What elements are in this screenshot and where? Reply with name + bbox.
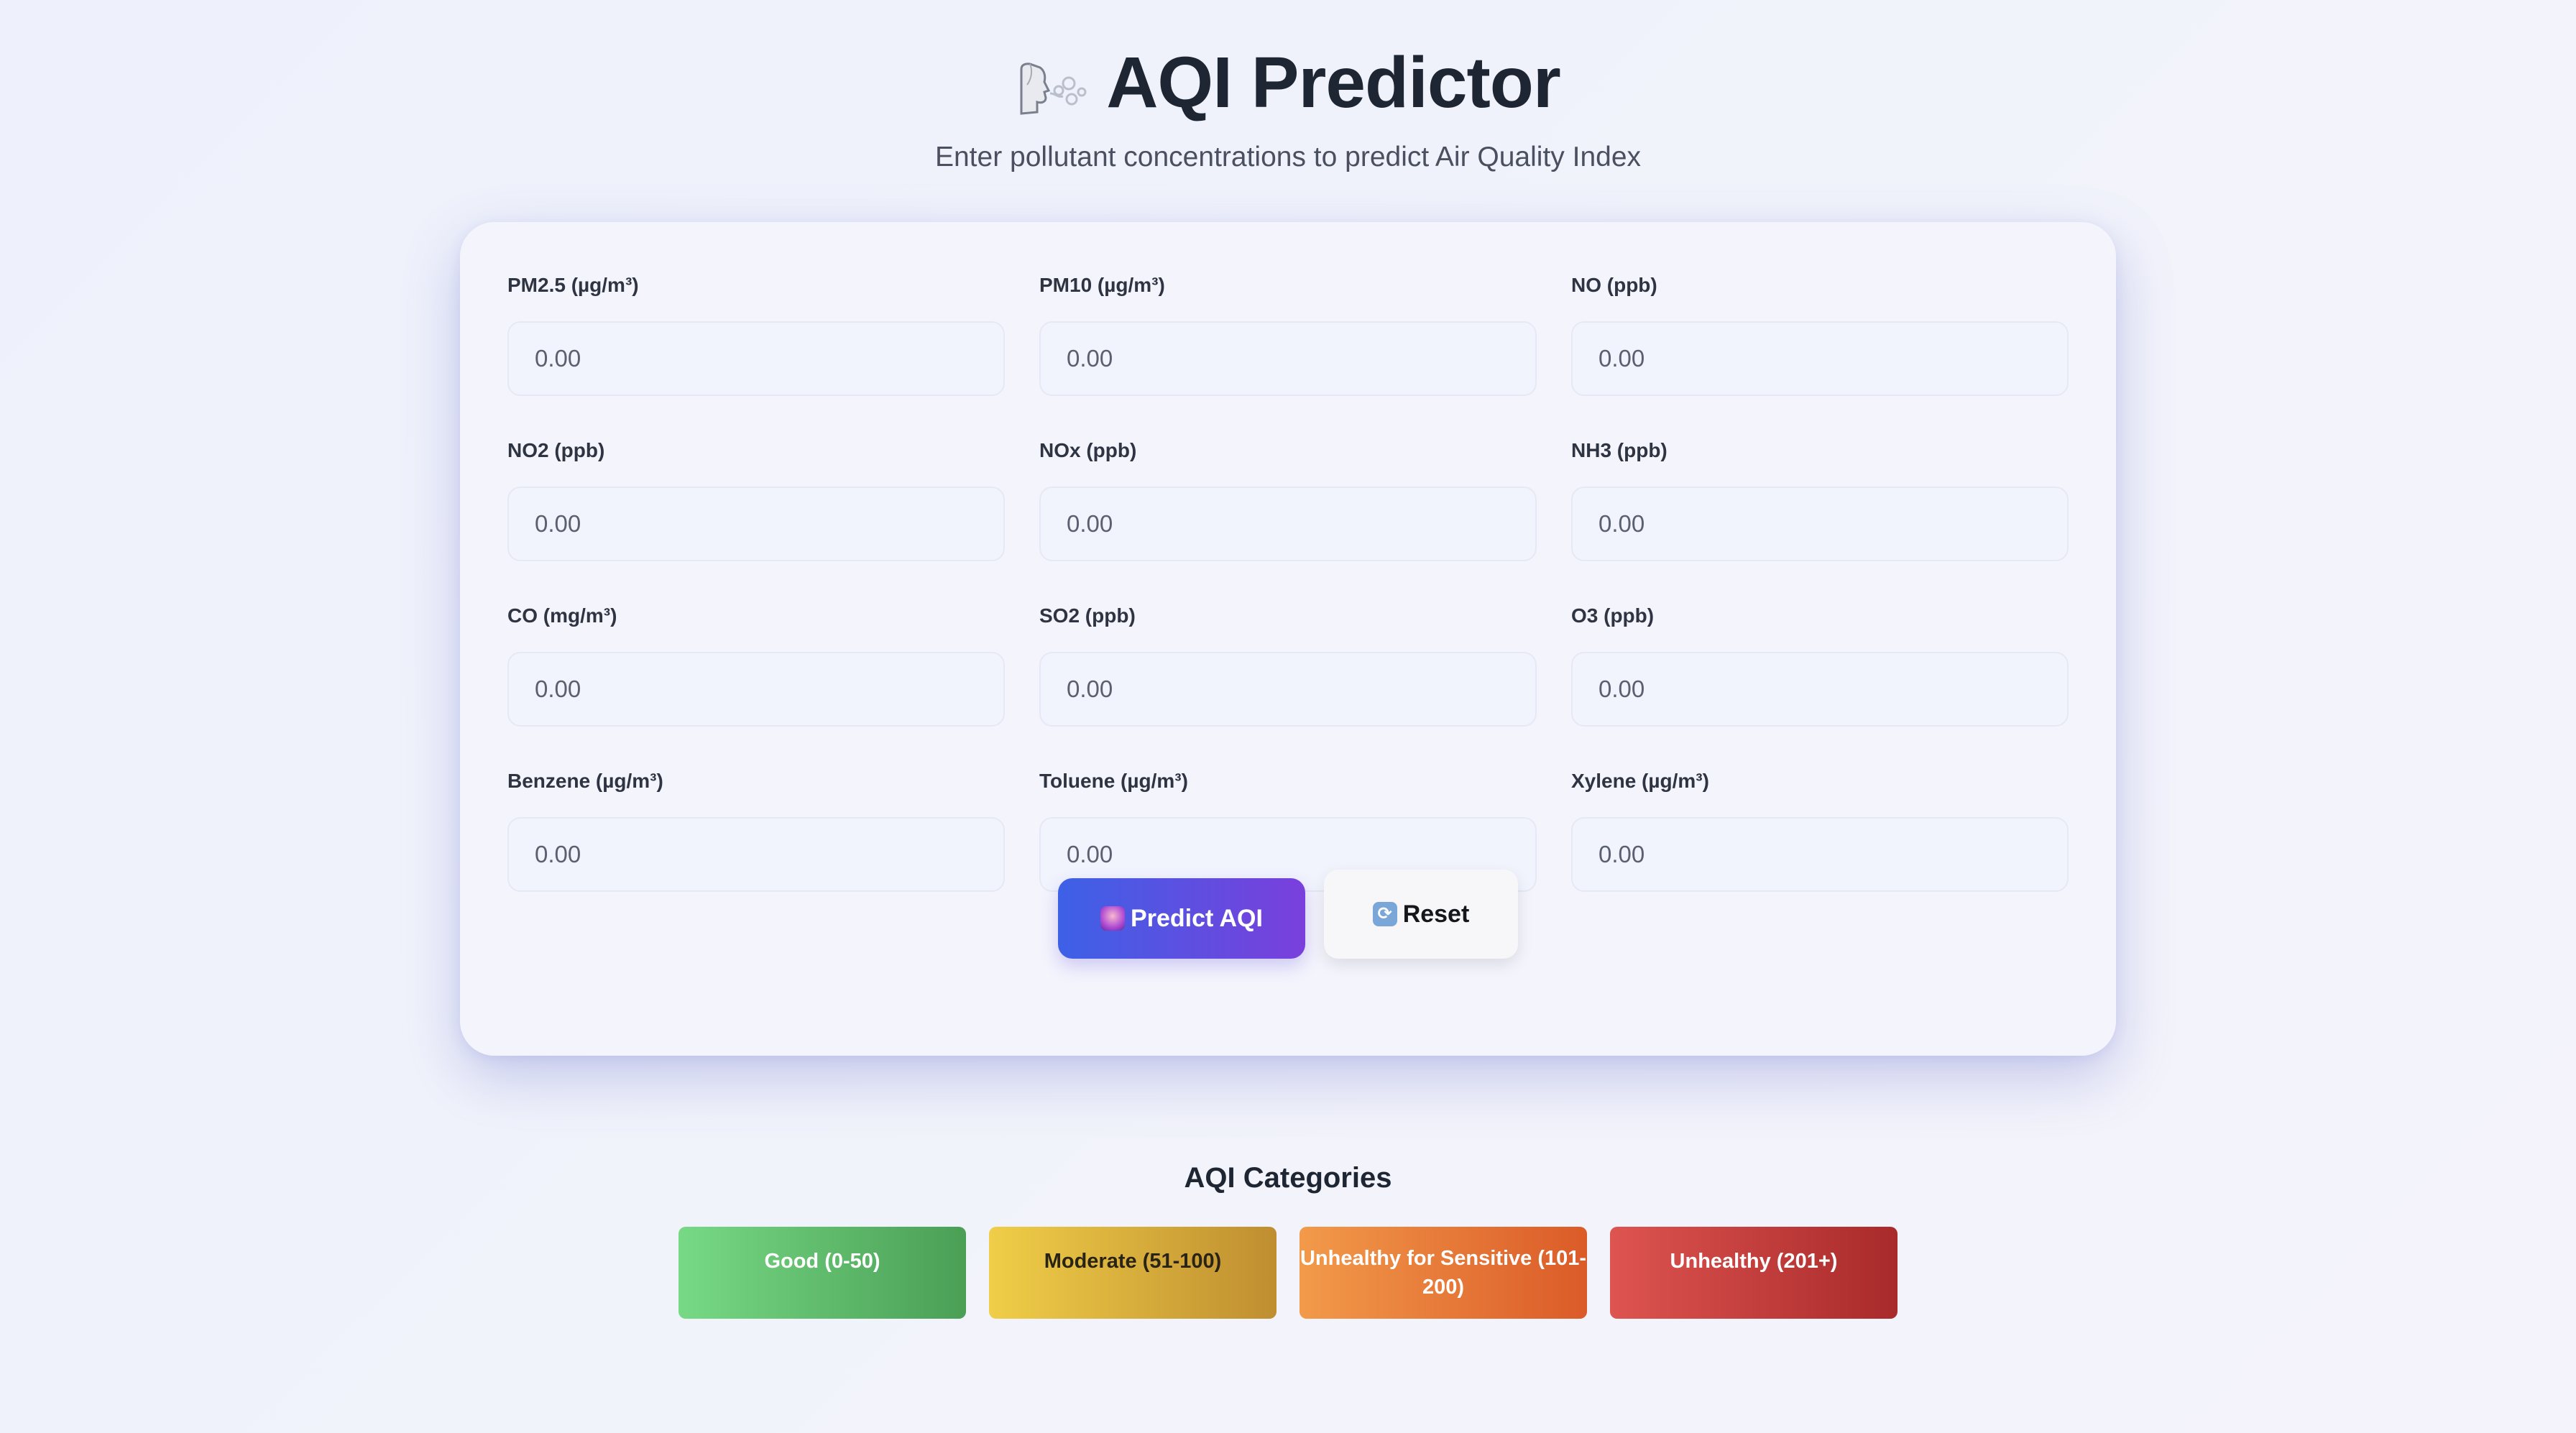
field-label: NH3 (ppb) xyxy=(1571,439,1668,461)
page-header: AQI Predictor Enter pollutant concentrat… xyxy=(0,40,2576,173)
field-nh3: NH3 (ppb) xyxy=(1571,439,2069,561)
reset-label: Reset xyxy=(1402,900,1470,928)
aqi-categories-title: AQI Categories xyxy=(1184,1162,1392,1194)
field-label: PM2.5 (µg/m³) xyxy=(507,274,639,296)
field-co: CO (mg/m³) xyxy=(507,604,1005,727)
field-so2: SO2 (ppb) xyxy=(1039,604,1537,727)
field-o3: O3 (ppb) xyxy=(1571,604,2069,727)
page-title-text: AQI Predictor xyxy=(1106,42,1561,123)
page-subtitle: Enter pollutant concentrations to predic… xyxy=(934,142,1642,172)
face-exhaling-icon xyxy=(1016,54,1087,115)
aqi-categories-list: Good (0-50) Moderate (51-100) Unhealthy … xyxy=(0,1227,2576,1319)
field-label: Xylene (µg/m³) xyxy=(1571,770,1709,792)
refresh-icon: ⟳ xyxy=(1372,902,1397,926)
crystal-ball-icon xyxy=(1100,906,1126,931)
field-label: Toluene (µg/m³) xyxy=(1039,770,1188,792)
field-nox: NOx (ppb) xyxy=(1039,439,1537,561)
no-input[interactable] xyxy=(1571,321,2069,396)
field-benzene: Benzene (µg/m³) xyxy=(507,770,1005,892)
aqi-categories-section: AQI Categories Good (0-50) Moderate (51-… xyxy=(0,1162,2576,1319)
field-label: O3 (ppb) xyxy=(1571,604,1655,627)
category-sensitive-badge: Unhealthy for Sensitive (101-200) xyxy=(1300,1227,1587,1319)
pm25-input[interactable] xyxy=(507,321,1005,396)
field-label: NO (ppb) xyxy=(1571,274,1657,296)
prediction-form-card: PM2.5 (µg/m³) PM10 (µg/m³) NO (ppb) NO2 … xyxy=(460,222,2116,1056)
category-unhealthy-badge: Unhealthy (201+) xyxy=(1610,1227,1898,1319)
field-label: NOx (ppb) xyxy=(1039,439,1137,461)
field-label: SO2 (ppb) xyxy=(1039,604,1136,627)
field-label: Benzene (µg/m³) xyxy=(507,770,663,792)
reset-button[interactable]: ⟳ Reset xyxy=(1324,870,1518,959)
o3-input[interactable] xyxy=(1571,652,2069,727)
predict-aqi-button[interactable]: Predict AQI xyxy=(1058,878,1305,959)
nh3-input[interactable] xyxy=(1571,487,2069,561)
field-label: PM10 (µg/m³) xyxy=(1039,274,1165,296)
so2-input[interactable] xyxy=(1039,652,1537,727)
field-no: NO (ppb) xyxy=(1571,274,2069,396)
page-title: AQI Predictor xyxy=(1016,40,1561,126)
field-label: CO (mg/m³) xyxy=(507,604,617,627)
pm10-input[interactable] xyxy=(1039,321,1537,396)
predict-aqi-label: Predict AQI xyxy=(1131,904,1263,932)
co-input[interactable] xyxy=(507,652,1005,727)
field-pm10: PM10 (µg/m³) xyxy=(1039,274,1537,396)
category-good-badge: Good (0-50) xyxy=(678,1227,966,1319)
nox-input[interactable] xyxy=(1039,487,1537,561)
pollutant-fields-grid: PM2.5 (µg/m³) PM10 (µg/m³) NO (ppb) NO2 … xyxy=(507,274,2070,892)
form-actions: Predict AQI ⟳ Reset xyxy=(460,870,2116,959)
field-label: NO2 (ppb) xyxy=(507,439,605,461)
category-moderate-badge: Moderate (51-100) xyxy=(989,1227,1276,1319)
field-no2: NO2 (ppb) xyxy=(507,439,1005,561)
field-pm25: PM2.5 (µg/m³) xyxy=(507,274,1005,396)
field-xylene: Xylene (µg/m³) xyxy=(1571,770,2069,892)
no2-input[interactable] xyxy=(507,487,1005,561)
